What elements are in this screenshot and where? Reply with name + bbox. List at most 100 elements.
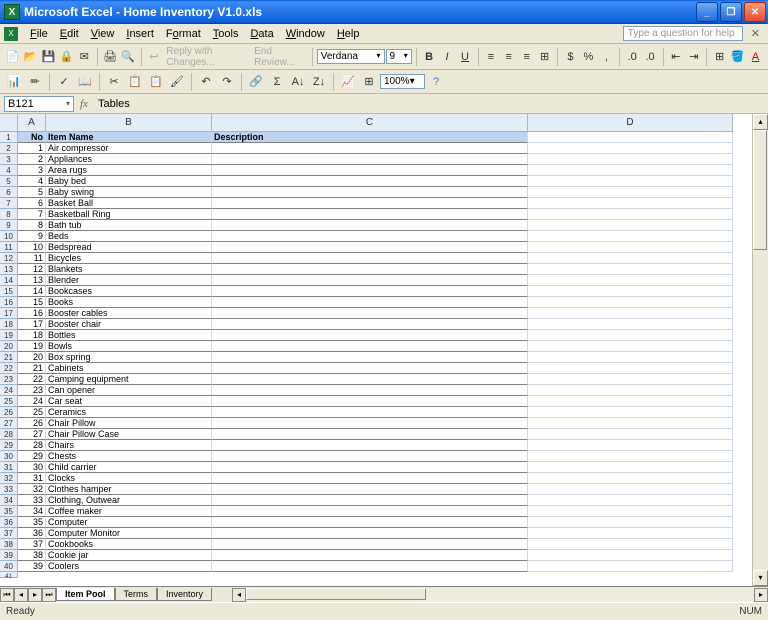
sheet-tab-terms[interactable]: Terms xyxy=(115,588,158,601)
cell[interactable] xyxy=(528,484,733,495)
increase-decimal-button[interactable]: .0 xyxy=(624,47,641,67)
cell-item-name[interactable]: Booster cables xyxy=(46,308,212,319)
cell-description[interactable] xyxy=(212,341,528,352)
cell[interactable] xyxy=(528,165,733,176)
cell-no[interactable]: 30 xyxy=(18,462,46,473)
cell-description[interactable] xyxy=(212,517,528,528)
cell-description[interactable] xyxy=(212,264,528,275)
cell-no[interactable]: 21 xyxy=(18,363,46,374)
scroll-up-button[interactable]: ▴ xyxy=(753,114,768,130)
cell-description[interactable] xyxy=(212,506,528,517)
cell-description[interactable] xyxy=(212,396,528,407)
cell-item-name[interactable]: Box spring xyxy=(46,352,212,363)
close-button[interactable]: ✕ xyxy=(744,2,766,22)
col-header-a[interactable]: A xyxy=(18,114,46,132)
cell-description[interactable] xyxy=(212,187,528,198)
row-header[interactable]: 35 xyxy=(0,506,18,517)
cell-no[interactable]: 33 xyxy=(18,495,46,506)
cell-item-name[interactable]: Books xyxy=(46,297,212,308)
cell[interactable] xyxy=(528,143,733,154)
italic-button[interactable]: I xyxy=(439,47,456,67)
cell-description[interactable] xyxy=(212,484,528,495)
cell[interactable] xyxy=(528,451,733,462)
close-workbook-button[interactable]: ✕ xyxy=(747,27,764,40)
preview-button[interactable]: 🔍 xyxy=(120,47,137,67)
borders-button[interactable]: ⊞ xyxy=(711,47,728,67)
size-selector[interactable]: 9▾ xyxy=(386,49,412,64)
sheet-tab-inventory[interactable]: Inventory xyxy=(157,588,212,601)
chart-wizard-button[interactable]: 📈 xyxy=(338,72,358,92)
cell-item-name[interactable]: Bath tub xyxy=(46,220,212,231)
cell[interactable] xyxy=(528,242,733,253)
cell-item-name[interactable]: Baby bed xyxy=(46,176,212,187)
cell[interactable] xyxy=(528,385,733,396)
col-header-c[interactable]: C xyxy=(212,114,528,132)
cell-no[interactable]: 5 xyxy=(18,187,46,198)
cell[interactable] xyxy=(528,319,733,330)
cell-no[interactable]: 4 xyxy=(18,176,46,187)
cell[interactable] xyxy=(528,539,733,550)
help-button[interactable]: ? xyxy=(426,72,446,92)
cell-item-name[interactable]: Can opener xyxy=(46,385,212,396)
cell-no[interactable]: 11 xyxy=(18,253,46,264)
row-header[interactable]: 37 xyxy=(0,528,18,539)
cell-header-desc[interactable]: Description xyxy=(212,132,528,143)
cell-no[interactable]: 22 xyxy=(18,374,46,385)
cell-item-name[interactable]: Chairs xyxy=(46,440,212,451)
cell[interactable] xyxy=(528,297,733,308)
cell-item-name[interactable]: Bedspread xyxy=(46,242,212,253)
align-right-button[interactable]: ≡ xyxy=(518,47,535,67)
row-header[interactable]: 6 xyxy=(0,187,18,198)
cell-item-name[interactable]: Chair Pillow Case xyxy=(46,429,212,440)
cell-item-name[interactable]: Computer xyxy=(46,517,212,528)
row-header[interactable]: 15 xyxy=(0,286,18,297)
cell[interactable] xyxy=(528,440,733,451)
permission-button[interactable]: 🔒 xyxy=(58,47,75,67)
cell-item-name[interactable]: Cookie jar xyxy=(46,550,212,561)
tab-next-button[interactable]: ▸ xyxy=(28,588,42,602)
cell-no[interactable]: 8 xyxy=(18,220,46,231)
cut-button[interactable]: ✂ xyxy=(104,72,124,92)
name-box[interactable]: B121▾ xyxy=(4,96,74,112)
cell-item-name[interactable]: Child carrier xyxy=(46,462,212,473)
cell-description[interactable] xyxy=(212,165,528,176)
cell-no[interactable]: 15 xyxy=(18,297,46,308)
cell[interactable] xyxy=(528,231,733,242)
row-header[interactable]: 26 xyxy=(0,407,18,418)
cell-item-name[interactable]: Chests xyxy=(46,451,212,462)
cell-description[interactable] xyxy=(212,385,528,396)
drawing-button[interactable]: ✏ xyxy=(25,72,45,92)
cell-no[interactable]: 3 xyxy=(18,165,46,176)
cell-description[interactable] xyxy=(212,352,528,363)
mail-button[interactable]: ✉ xyxy=(76,47,93,67)
cell-no[interactable]: 18 xyxy=(18,330,46,341)
cell-description[interactable] xyxy=(212,154,528,165)
cell-no[interactable]: 27 xyxy=(18,429,46,440)
menu-help[interactable]: Help xyxy=(331,26,366,42)
cell[interactable] xyxy=(528,154,733,165)
cell-no[interactable]: 29 xyxy=(18,451,46,462)
cell-item-name[interactable]: Clothing, Outwear xyxy=(46,495,212,506)
fx-icon[interactable]: fx xyxy=(80,98,88,110)
cell-description[interactable] xyxy=(212,209,528,220)
cell-no[interactable]: 19 xyxy=(18,341,46,352)
percent-button[interactable]: % xyxy=(580,47,597,67)
cell-description[interactable] xyxy=(212,253,528,264)
cell[interactable] xyxy=(528,198,733,209)
row-header[interactable]: 24 xyxy=(0,385,18,396)
cell-description[interactable] xyxy=(212,308,528,319)
row-header[interactable]: 25 xyxy=(0,396,18,407)
row-header[interactable]: 34 xyxy=(0,495,18,506)
cell-no[interactable]: 24 xyxy=(18,396,46,407)
cell-no[interactable]: 37 xyxy=(18,539,46,550)
cell-no[interactable]: 13 xyxy=(18,275,46,286)
row-header[interactable]: 29 xyxy=(0,440,18,451)
row-header[interactable]: 39 xyxy=(0,550,18,561)
cell-description[interactable] xyxy=(212,539,528,550)
cell-item-name[interactable]: Blender xyxy=(46,275,212,286)
cell-description[interactable] xyxy=(212,550,528,561)
cell-description[interactable] xyxy=(212,495,528,506)
cell[interactable] xyxy=(528,506,733,517)
cell-item-name[interactable]: Coolers xyxy=(46,561,212,572)
cell-no[interactable]: 10 xyxy=(18,242,46,253)
